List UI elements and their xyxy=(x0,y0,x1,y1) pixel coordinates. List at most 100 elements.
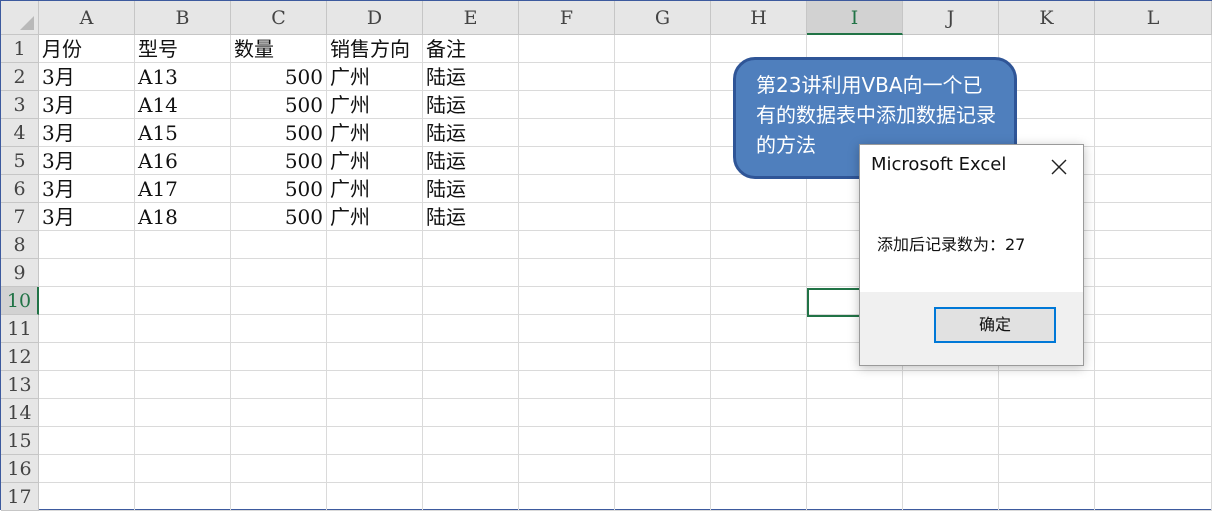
cell-d5[interactable]: 广州 xyxy=(327,147,423,175)
cell-c11[interactable] xyxy=(231,315,327,343)
cell-k13[interactable] xyxy=(999,371,1095,399)
cell-h17[interactable] xyxy=(711,483,807,511)
cell-a14[interactable] xyxy=(39,399,135,427)
cell-g9[interactable] xyxy=(615,259,711,287)
cell-c8[interactable] xyxy=(231,231,327,259)
cell-k14[interactable] xyxy=(999,399,1095,427)
cell-d1[interactable]: 销售方向 xyxy=(327,35,423,63)
row-header-4[interactable]: 4 xyxy=(1,119,39,147)
cell-f8[interactable] xyxy=(519,231,615,259)
cell-l10[interactable] xyxy=(1095,287,1212,315)
cell-a4[interactable]: 3月 xyxy=(39,119,135,147)
cell-c7[interactable]: 500 xyxy=(231,203,327,231)
cell-h15[interactable] xyxy=(711,427,807,455)
cell-d13[interactable] xyxy=(327,371,423,399)
cell-k16[interactable] xyxy=(999,455,1095,483)
row-header-6[interactable]: 6 xyxy=(1,175,39,203)
cell-h11[interactable] xyxy=(711,315,807,343)
cell-b9[interactable] xyxy=(135,259,231,287)
cell-g5[interactable] xyxy=(615,147,711,175)
cell-b14[interactable] xyxy=(135,399,231,427)
column-header-k[interactable]: K xyxy=(999,1,1095,35)
cell-h14[interactable] xyxy=(711,399,807,427)
cell-j16[interactable] xyxy=(903,455,999,483)
select-all-corner[interactable] xyxy=(1,1,39,35)
cell-j15[interactable] xyxy=(903,427,999,455)
cell-h7[interactable] xyxy=(711,203,807,231)
cell-a1[interactable]: 月份 xyxy=(39,35,135,63)
cell-j13[interactable] xyxy=(903,371,999,399)
cell-l8[interactable] xyxy=(1095,231,1212,259)
cell-c14[interactable] xyxy=(231,399,327,427)
row-header-1[interactable]: 1 xyxy=(1,35,39,63)
cell-d9[interactable] xyxy=(327,259,423,287)
row-header-7[interactable]: 7 xyxy=(1,203,39,231)
cell-b10[interactable] xyxy=(135,287,231,315)
column-header-g[interactable]: G xyxy=(615,1,711,35)
cell-e13[interactable] xyxy=(423,371,519,399)
cell-f14[interactable] xyxy=(519,399,615,427)
cell-e17[interactable] xyxy=(423,483,519,511)
cell-c3[interactable]: 500 xyxy=(231,91,327,119)
cell-g14[interactable] xyxy=(615,399,711,427)
cell-d8[interactable] xyxy=(327,231,423,259)
cell-a15[interactable] xyxy=(39,427,135,455)
cell-f11[interactable] xyxy=(519,315,615,343)
cell-a11[interactable] xyxy=(39,315,135,343)
cell-d3[interactable]: 广州 xyxy=(327,91,423,119)
cell-g7[interactable] xyxy=(615,203,711,231)
cell-i16[interactable] xyxy=(807,455,903,483)
cell-e12[interactable] xyxy=(423,343,519,371)
column-header-a[interactable]: A xyxy=(39,1,135,35)
cell-b2[interactable]: A13 xyxy=(135,63,231,91)
cell-c15[interactable] xyxy=(231,427,327,455)
cell-e4[interactable]: 陆运 xyxy=(423,119,519,147)
cell-l11[interactable] xyxy=(1095,315,1212,343)
row-header-5[interactable]: 5 xyxy=(1,147,39,175)
cell-g3[interactable] xyxy=(615,91,711,119)
cell-a12[interactable] xyxy=(39,343,135,371)
cell-e16[interactable] xyxy=(423,455,519,483)
cell-e7[interactable]: 陆运 xyxy=(423,203,519,231)
cell-e10[interactable] xyxy=(423,287,519,315)
cell-b8[interactable] xyxy=(135,231,231,259)
cell-f16[interactable] xyxy=(519,455,615,483)
column-header-j[interactable]: J xyxy=(903,1,999,35)
cell-h9[interactable] xyxy=(711,259,807,287)
row-header-17[interactable]: 17 xyxy=(1,483,39,511)
cell-e6[interactable]: 陆运 xyxy=(423,175,519,203)
cell-l16[interactable] xyxy=(1095,455,1212,483)
cell-b6[interactable]: A17 xyxy=(135,175,231,203)
cell-l9[interactable] xyxy=(1095,259,1212,287)
column-header-e[interactable]: E xyxy=(423,1,519,35)
cell-b7[interactable]: A18 xyxy=(135,203,231,231)
cell-c1[interactable]: 数量 xyxy=(231,35,327,63)
cell-b11[interactable] xyxy=(135,315,231,343)
cell-h12[interactable] xyxy=(711,343,807,371)
cell-h10[interactable] xyxy=(711,287,807,315)
row-header-15[interactable]: 15 xyxy=(1,427,39,455)
column-header-c[interactable]: C xyxy=(231,1,327,35)
cell-l3[interactable] xyxy=(1095,91,1212,119)
cell-c5[interactable]: 500 xyxy=(231,147,327,175)
cell-i17[interactable] xyxy=(807,483,903,511)
cell-a7[interactable]: 3月 xyxy=(39,203,135,231)
cell-g13[interactable] xyxy=(615,371,711,399)
column-header-f[interactable]: F xyxy=(519,1,615,35)
close-icon[interactable] xyxy=(1047,155,1071,179)
cell-e14[interactable] xyxy=(423,399,519,427)
ok-button[interactable]: 确定 xyxy=(934,307,1056,343)
cell-g8[interactable] xyxy=(615,231,711,259)
cell-c6[interactable]: 500 xyxy=(231,175,327,203)
cell-k1[interactable] xyxy=(999,35,1095,63)
row-header-10[interactable]: 10 xyxy=(1,287,39,315)
cell-a8[interactable] xyxy=(39,231,135,259)
cell-f3[interactable] xyxy=(519,91,615,119)
cell-a17[interactable] xyxy=(39,483,135,511)
row-header-2[interactable]: 2 xyxy=(1,63,39,91)
cell-i13[interactable] xyxy=(807,371,903,399)
row-header-14[interactable]: 14 xyxy=(1,399,39,427)
cell-a13[interactable] xyxy=(39,371,135,399)
column-header-b[interactable]: B xyxy=(135,1,231,35)
cell-e11[interactable] xyxy=(423,315,519,343)
